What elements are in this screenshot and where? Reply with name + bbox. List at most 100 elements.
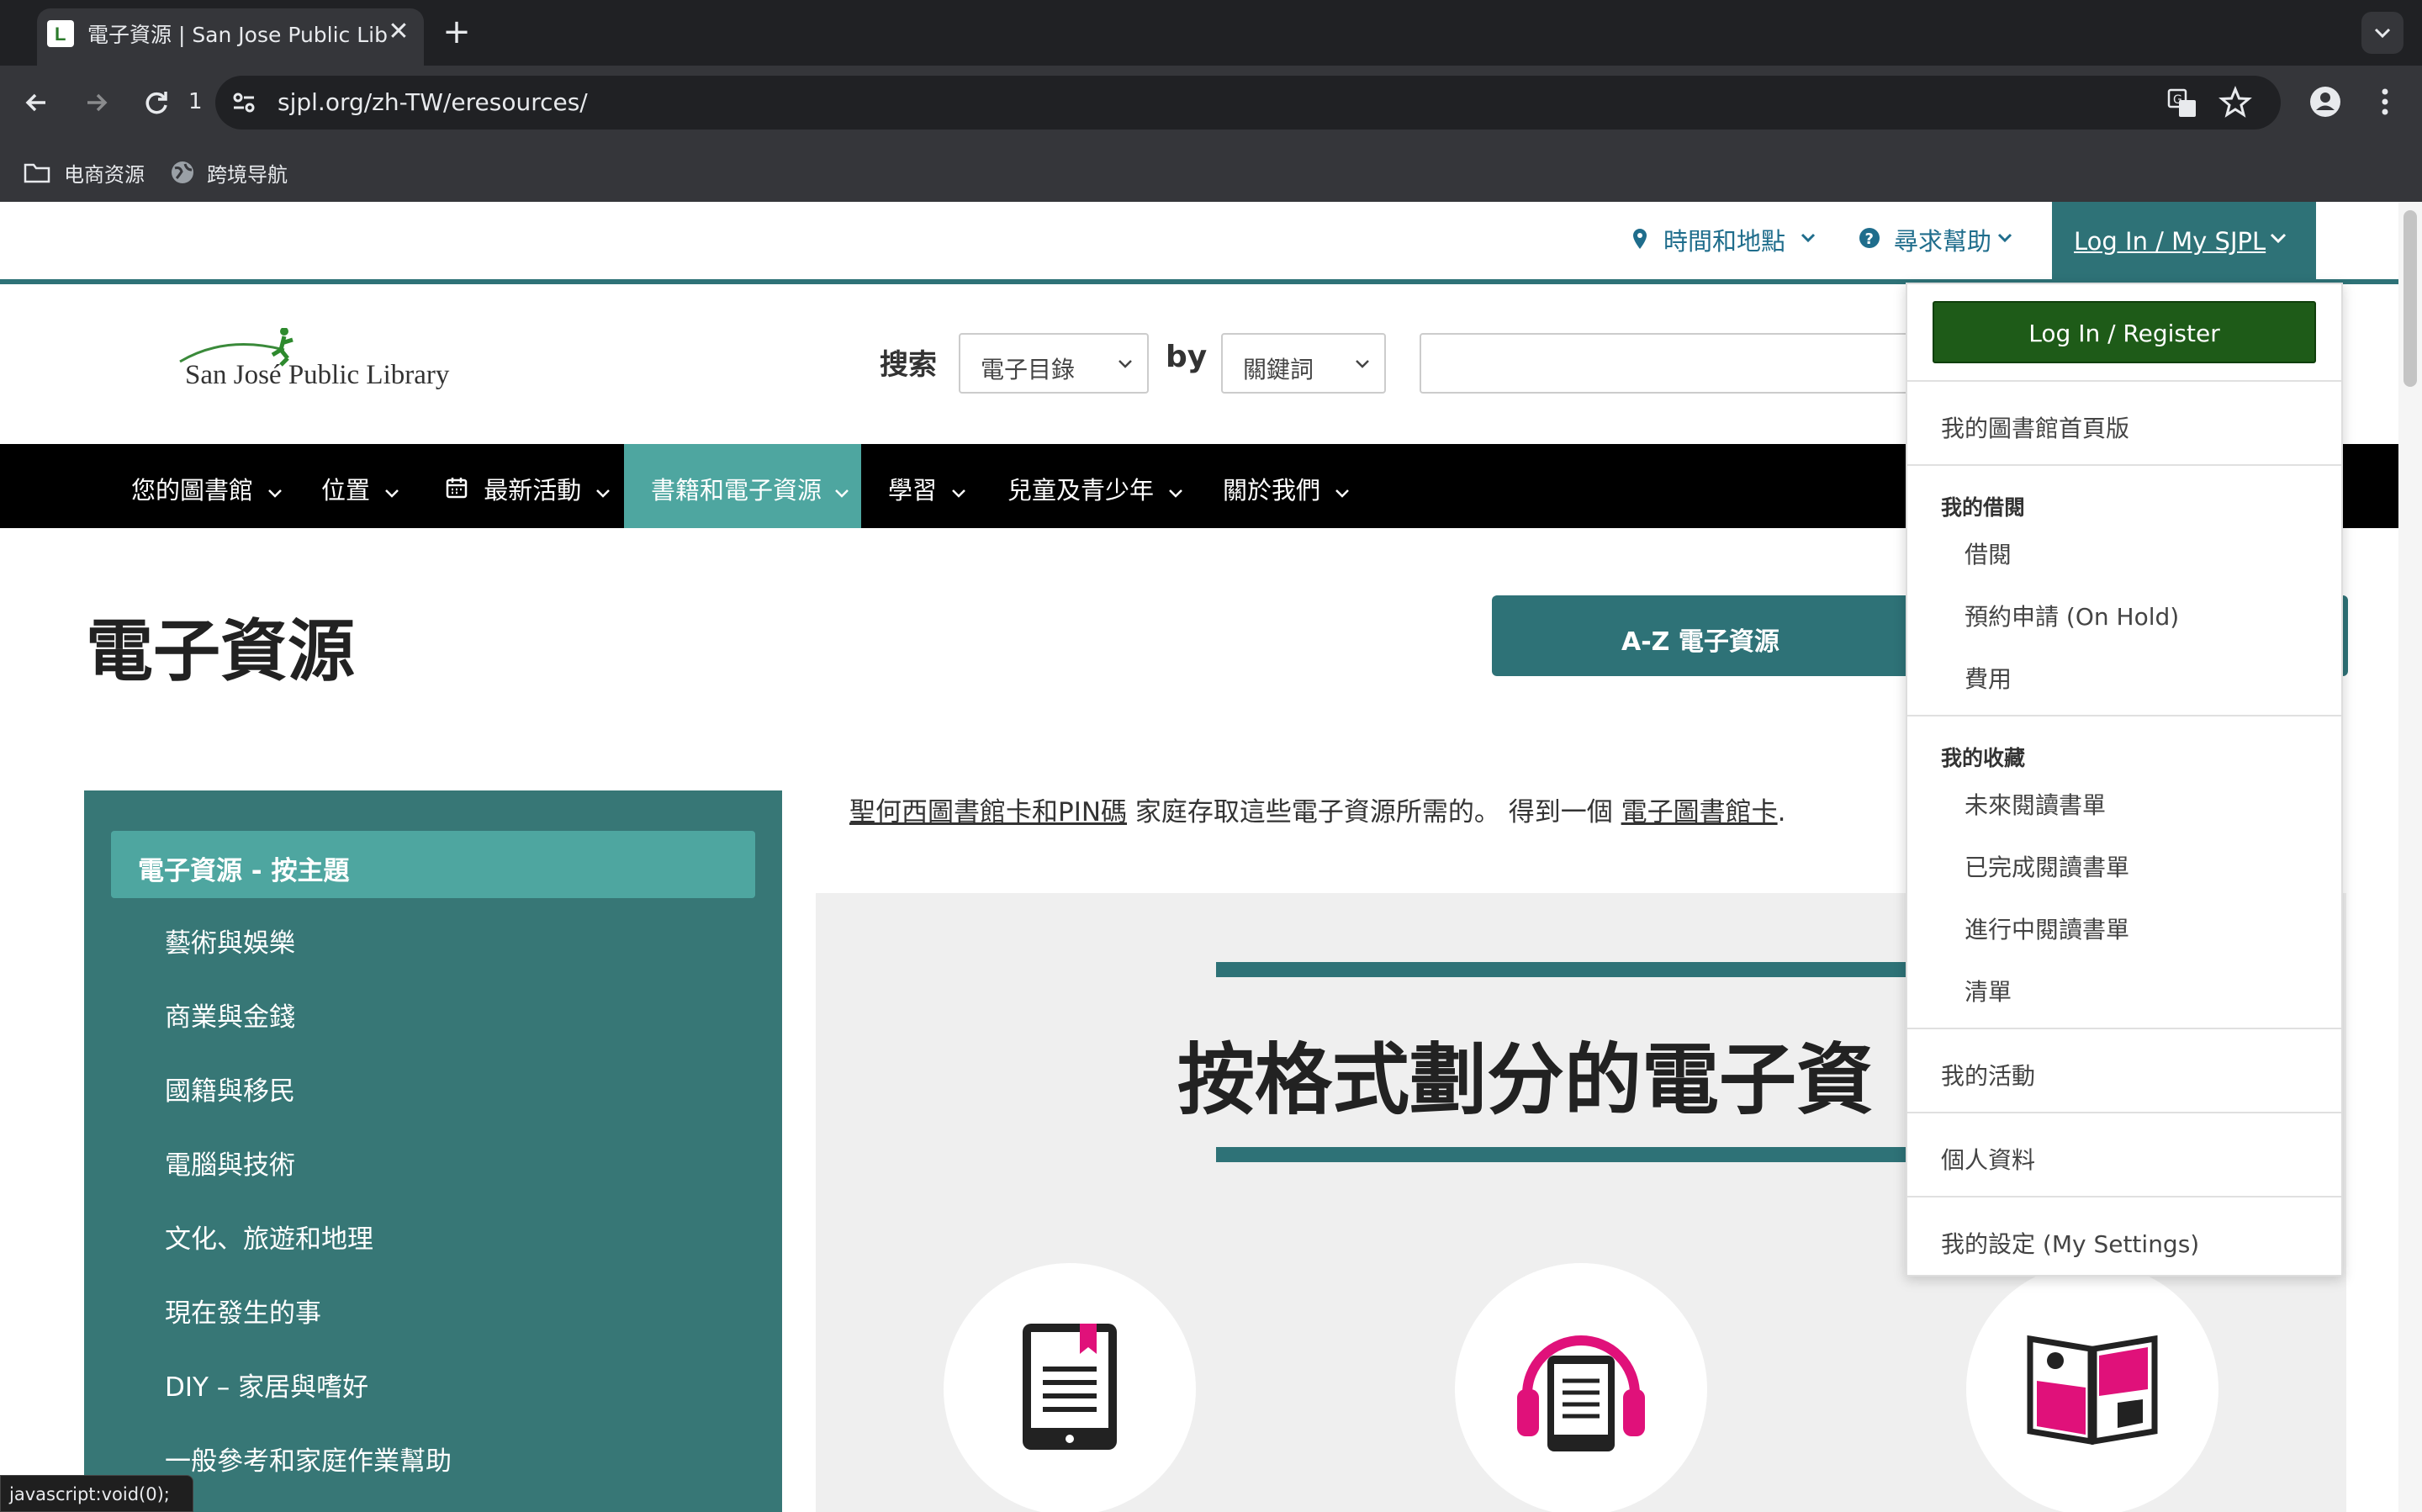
menu-item-settings[interactable]: 我的設定 (My Settings): [1941, 1226, 2199, 1260]
browser-tab[interactable]: L 電子資源 | San Jose Public Lib ✕: [37, 8, 424, 66]
sidebar-item-current-events[interactable]: 現在發生的事: [165, 1292, 321, 1330]
browser-toolbar: 1 sjpl.org/zh-TW/eresources/ G: [0, 66, 2422, 138]
menu-item-completed[interactable]: 已完成閱讀書單: [1965, 849, 2129, 883]
sidebar-item-computers-technology[interactable]: 電腦與技術: [165, 1144, 295, 1182]
sidebar-item-culture-travel-geography[interactable]: 文化、旅遊和地理: [165, 1218, 373, 1256]
menu-divider: [1907, 1112, 2341, 1113]
bookmark-star-icon[interactable]: [2218, 86, 2252, 119]
chevron-down-icon: [385, 489, 399, 498]
sidebar-item-general-reference[interactable]: 一般參考和家庭作業幫助: [165, 1440, 452, 1478]
sidebar-item-diy-home-hobbies[interactable]: DIY – 家居與嗜好: [165, 1366, 368, 1404]
menu-item-for-later[interactable]: 未來閱讀書單: [1965, 787, 2106, 821]
menu-item-holds[interactable]: 預約申請 (On Hold): [1965, 599, 2179, 632]
sidebar-item-business-money[interactable]: 商業與金錢: [165, 996, 295, 1034]
question-circle-icon: ?: [1859, 228, 1880, 248]
menu-item-in-progress[interactable]: 進行中閱讀書單: [1965, 912, 2129, 945]
translate-icon[interactable]: G: [2166, 87, 2198, 119]
bookmark-label: 电商资源: [64, 163, 145, 187]
menu-divider: [1907, 1028, 2341, 1029]
svg-text:G: G: [2173, 93, 2182, 107]
sidebar-item-arts-entertainment[interactable]: 藝術與娛樂: [165, 922, 295, 960]
chevron-down-icon: [1356, 360, 1369, 368]
my-sjpl-dropdown-menu: Log In / Register 我的圖書館首頁版 我的借閱 借閱 預約申請 …: [1906, 283, 2343, 1277]
status-url: javascript:void(0);: [9, 1484, 170, 1504]
scrollbar-thumb[interactable]: [2403, 210, 2417, 387]
search-scope-select[interactable]: 電子目錄: [959, 333, 1149, 394]
page-scrollbar[interactable]: [2398, 202, 2422, 1512]
nav-label: 書籍和電子資源: [651, 476, 822, 505]
by-label: by: [1166, 340, 1208, 374]
reload-icon: [145, 92, 167, 114]
chevron-down-icon: [2270, 233, 2287, 244]
section-rule-top: [1216, 962, 1973, 977]
chevron-down-icon: [1169, 489, 1183, 498]
menu-item-fees[interactable]: 費用: [1965, 661, 2012, 695]
search-type-select[interactable]: 關鍵詞: [1221, 333, 1386, 394]
menu-item-my-events[interactable]: 我的活動: [1941, 1058, 2035, 1092]
browser-menu-button[interactable]: [2370, 82, 2400, 121]
login-register-button[interactable]: Log In / Register: [1933, 301, 2316, 363]
nav-item-kids-teens[interactable]: 兒童及青少年: [1007, 444, 1183, 528]
nav-item-learning[interactable]: 學習: [888, 444, 966, 528]
back-button[interactable]: [19, 84, 56, 121]
menu-item-checkouts[interactable]: 借閱: [1965, 537, 2012, 570]
menu-item-my-home[interactable]: 我的圖書館首頁版: [1941, 410, 2129, 444]
search-type-value: 關鍵詞: [1243, 356, 1314, 383]
section-rule-bottom: [1216, 1147, 1973, 1162]
forward-button[interactable]: [77, 84, 114, 121]
nav-item-about-us[interactable]: 關於我們: [1223, 444, 1350, 528]
library-card-pin-link[interactable]: 聖何西圖書館卡和PIN碼: [849, 797, 1127, 827]
search-input[interactable]: [1420, 333, 1924, 394]
nav-label: 位置: [321, 476, 371, 505]
audiobook-format-tile[interactable]: [1455, 1263, 1707, 1512]
tab-title: 電子資源 | San Jose Public Lib: [87, 23, 388, 47]
menu-divider: [1907, 1196, 2341, 1197]
intro-text: 聖何西圖書館卡和PIN碼 家庭存取這些電子資源所需的。 得到一個 電子圖書館卡.: [849, 790, 1785, 828]
hours-locations-label: 時間和地點: [1663, 227, 1786, 256]
tab-close-icon[interactable]: ✕: [382, 15, 415, 49]
back-arrow-icon: [25, 93, 45, 112]
login-my-sjpl-button[interactable]: Log In / My SJPL: [2052, 202, 2316, 279]
ecard-link[interactable]: 電子圖書館卡: [1621, 797, 1778, 827]
logo-text: San José Public Library: [185, 360, 450, 390]
bookmarks-bar: 电商资源 跨境导航: [0, 138, 2422, 202]
az-eresources-label: A-Z 電子資源: [1621, 627, 1779, 657]
ebook-format-tile[interactable]: [944, 1263, 1196, 1512]
nav-item-events[interactable]: 最新活動: [446, 444, 611, 528]
chevron-down-icon: [596, 489, 611, 498]
comics-format-tile[interactable]: [1966, 1263, 2218, 1512]
status-bar: javascript:void(0);: [0, 1475, 193, 1512]
profile-avatar-icon: [2310, 87, 2340, 117]
nav-item-locations[interactable]: 位置: [321, 444, 399, 528]
menu-divider: [1907, 464, 2341, 466]
sidebar-item-by-subject[interactable]: 電子資源 - 按主題: [111, 831, 755, 898]
nav-item-your-library[interactable]: 您的圖書館: [131, 444, 283, 528]
login-my-sjpl-label: Log In / My SJPL: [2074, 227, 2266, 256]
menu-item-profile[interactable]: 個人資料: [1941, 1142, 2035, 1176]
intro-end: .: [1777, 797, 1786, 827]
svg-text:?: ?: [1865, 230, 1874, 248]
nav-label: 最新活動: [484, 476, 582, 505]
intro-body-text: 家庭存取這些電子資源所需的。 得到一個: [1127, 797, 1621, 827]
new-tab-button[interactable]: +: [436, 13, 478, 52]
reload-button[interactable]: [138, 84, 175, 121]
menu-divider: [1907, 380, 2341, 382]
globe-icon: [172, 161, 193, 183]
calendar-icon: [446, 478, 468, 499]
comic-book-icon: [2027, 1335, 2158, 1446]
sjpl-logo[interactable]: San José Public Library: [175, 328, 449, 404]
address-bar[interactable]: sjpl.org/zh-TW/eresources/ G: [215, 76, 2281, 130]
tab-search-button[interactable]: [2361, 12, 2403, 54]
search-scope-value: 電子目錄: [981, 356, 1076, 383]
site-settings-icon[interactable]: [229, 87, 259, 118]
nav-item-books-eresources[interactable]: 書籍和電子資源: [624, 444, 861, 528]
menu-item-lists[interactable]: 清單: [1965, 974, 2012, 1007]
reload-counter: 1: [188, 89, 203, 114]
chevron-down-icon: [1801, 233, 1816, 243]
browser-tab-strip: L 電子資源 | San Jose Public Lib ✕ +: [0, 0, 2422, 66]
bookmark-label: 跨境导航: [207, 163, 288, 187]
sidebar-item-citizenship-immigration[interactable]: 國籍與移民: [165, 1070, 295, 1108]
profile-button[interactable]: [2306, 82, 2345, 121]
nav-label: 兒童及青少年: [1007, 476, 1155, 505]
folder-icon: [24, 163, 50, 183]
